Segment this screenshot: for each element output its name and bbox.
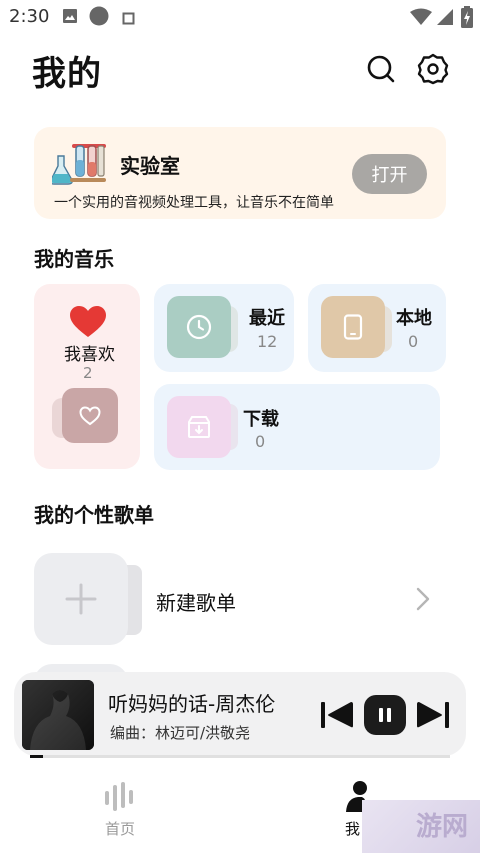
lab-title: 实验室 — [120, 154, 180, 178]
recent-label: 最近 — [249, 308, 285, 329]
lab-description: 一个实用的音视频处理工具，让音乐不在简单 — [54, 195, 334, 211]
local-thumb — [321, 296, 385, 358]
downloads-thumb — [167, 396, 231, 458]
heart-outline-icon — [79, 405, 101, 425]
my-music-title: 我的音乐 — [34, 247, 114, 271]
nav-me-label[interactable]: 我 — [345, 818, 360, 839]
playlists-title: 我的个性歌单 — [34, 503, 154, 527]
watermark-text: 游网 — [416, 812, 469, 842]
status-time: 2:30 — [9, 6, 50, 27]
local-count: 0 — [408, 332, 419, 351]
gear-icon — [417, 53, 449, 85]
recent-count: 12 — [257, 332, 278, 351]
new-playlist-label[interactable]: 新建歌单 — [156, 587, 236, 616]
skip-next-icon — [417, 702, 449, 728]
wifi-icon — [410, 8, 432, 30]
search-button[interactable] — [364, 52, 398, 86]
progress-fill — [30, 755, 43, 758]
square-icon — [122, 10, 135, 29]
battery-icon — [461, 6, 473, 32]
lab-flask-icon — [49, 140, 108, 190]
pause-icon — [379, 708, 391, 722]
heart-icon — [70, 306, 106, 342]
favorites-count: 2 — [83, 364, 93, 382]
chevron-right-icon[interactable] — [414, 586, 432, 616]
previous-button[interactable] — [320, 700, 354, 734]
signal-icon — [436, 8, 454, 30]
lab-open-button[interactable]: 打开 — [352, 154, 427, 194]
new-playlist-tile[interactable] — [34, 553, 128, 645]
status-bar: 2:30 — [0, 0, 480, 34]
search-icon — [367, 55, 395, 83]
nav-home-label[interactable]: 首页 — [105, 818, 135, 839]
song-title: 听妈妈的话-周杰伦 — [108, 692, 276, 716]
local-label: 本地 — [396, 308, 432, 329]
album-cover[interactable] — [22, 680, 94, 750]
next-button[interactable] — [416, 700, 450, 734]
settings-button[interactable] — [416, 52, 450, 86]
song-composer: 编曲：林迈可/洪敬尧 — [110, 724, 251, 742]
downloads-count: 0 — [255, 432, 266, 451]
progress-track[interactable] — [30, 755, 450, 758]
image-icon — [62, 8, 78, 28]
skip-previous-icon — [321, 702, 353, 728]
clock-icon — [186, 314, 212, 340]
favorites-thumb — [62, 388, 118, 443]
home-icon[interactable] — [104, 782, 136, 816]
download-box-icon — [188, 416, 210, 438]
pause-button[interactable] — [364, 695, 406, 735]
phone-icon — [343, 314, 363, 340]
downloads-label: 下载 — [243, 409, 279, 430]
recent-thumb — [167, 296, 231, 358]
record-icon — [89, 6, 109, 30]
page-title: 我的 — [32, 54, 102, 94]
favorites-label: 我喜欢 — [64, 345, 115, 365]
plus-icon — [65, 583, 97, 615]
